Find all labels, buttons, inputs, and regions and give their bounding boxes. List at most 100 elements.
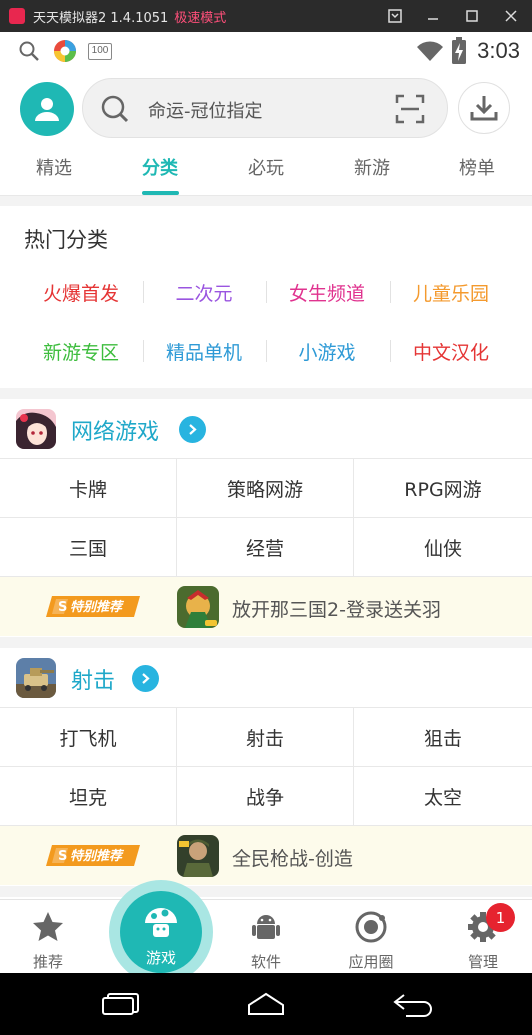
nav-app-circle[interactable]: 应用圈 [326, 900, 416, 974]
category-section-online: 网络游戏 卡牌 策略网游 RPG网游 三国 经营 仙侠 S 特别推荐 放开那三国… [0, 399, 532, 637]
maximize-icon[interactable] [461, 6, 483, 26]
active-tab-indicator [142, 191, 179, 195]
tab-new-games[interactable]: 新游 [332, 154, 412, 180]
status-bar: 100 3:03 [0, 32, 532, 72]
promo-game-icon [177, 586, 219, 628]
search-input[interactable]: 命运-冠位指定 [148, 97, 263, 123]
emulator-screen: 天天模拟器2 1.4.1051 极速模式 100 3:03 命运-冠位指定 精选… [0, 0, 532, 1035]
divider [390, 340, 391, 362]
nav-label: 管理 [467, 953, 498, 971]
emulator-title: 天天模拟器2 1.4.1051 [33, 10, 169, 26]
svg-text:S: S [58, 849, 67, 864]
tab-featured[interactable]: 精选 [14, 154, 94, 180]
battery-charging-icon [452, 37, 466, 64]
back-icon[interactable] [392, 991, 434, 1017]
special-recommend-badge: S 特别推荐 [46, 845, 140, 866]
recent-apps-icon[interactable] [102, 993, 140, 1015]
android-icon [252, 915, 280, 939]
special-recommend-badge: S 特别推荐 [46, 596, 140, 617]
emulator-app-icon [9, 8, 25, 24]
hot-category-item[interactable]: 二次元 [139, 279, 269, 306]
category-tabs: 精选 分类 必玩 新游 榜单 [0, 144, 532, 196]
scan-icon[interactable] [395, 94, 425, 124]
emulator-titlebar: 天天模拟器2 1.4.1051 极速模式 [0, 0, 532, 32]
subcategory-item[interactable]: 坦克 [0, 767, 177, 826]
hot-categories-title: 热门分类 [24, 228, 108, 252]
divider [143, 281, 144, 303]
bottom-navigation: 推荐 软件 应用圈 管理 [0, 899, 532, 973]
section-header[interactable]: 射击 [0, 648, 532, 708]
promo-badge-label: 特别推荐 [70, 848, 125, 864]
subcategory-item[interactable]: 战争 [177, 767, 354, 826]
mushroom-icon [145, 908, 177, 937]
online-game-icon [16, 409, 56, 449]
category-section-shooting: 射击 打飞机 射击 狙击 坦克 战争 太空 S 特别推荐 全民枪战-创造 [0, 648, 532, 886]
hot-category-item[interactable]: 女生频道 [262, 279, 392, 306]
star-icon [33, 912, 63, 941]
download-button[interactable] [458, 82, 510, 134]
nav-label: 软件 [250, 953, 281, 971]
close-icon[interactable] [500, 6, 522, 26]
promo-badge-label: 特别推荐 [70, 599, 125, 615]
subcategory-item[interactable]: RPG网游 [354, 459, 532, 518]
promo-banner[interactable]: S 特别推荐 放开那三国2-登录送关羽 [0, 577, 532, 636]
chevron-right-icon[interactable] [132, 665, 159, 692]
subcategory-item[interactable]: 射击 [177, 708, 354, 767]
notification-badge: 1 [486, 903, 515, 932]
search-bar[interactable]: 命运-冠位指定 [82, 78, 448, 138]
hot-categories-panel: 热门分类 火爆首发 二次元 女生频道 儿童乐园 新游专区 精品单机 小游戏 中文… [0, 206, 532, 388]
divider [266, 281, 267, 303]
hot-category-item[interactable]: 儿童乐园 [386, 279, 516, 306]
hot-category-item[interactable]: 小游戏 [262, 338, 392, 365]
minimize-icon[interactable] [422, 6, 444, 26]
download-icon [470, 96, 498, 121]
search-icon [101, 95, 129, 123]
nav-software[interactable]: 软件 [221, 900, 311, 974]
nav-manage[interactable]: 管理 [438, 900, 528, 974]
subcategory-item[interactable]: 策略网游 [177, 459, 354, 518]
chevron-right-icon[interactable] [179, 416, 206, 443]
promo-title: 放开那三国2-登录送关羽 [232, 599, 441, 621]
subcategory-item[interactable]: 太空 [354, 767, 532, 826]
promo-title: 全民枪战-创造 [232, 848, 353, 870]
subcategory-item[interactable]: 卡牌 [0, 459, 177, 518]
emulator-menu-icon[interactable] [384, 6, 406, 26]
nav-games-highlight: 游戏 [120, 891, 202, 973]
user-avatar[interactable] [20, 82, 74, 136]
emulator-mode-label[interactable]: 极速模式 [174, 7, 226, 26]
app-header: 命运-冠位指定 [0, 72, 532, 144]
hot-category-item[interactable]: 精品单机 [139, 338, 269, 365]
user-icon [35, 98, 59, 121]
battery-saver-label: 100 [88, 43, 112, 60]
section-title: 网络游戏 [71, 420, 160, 445]
shooting-game-icon [16, 658, 56, 698]
section-header[interactable]: 网络游戏 [0, 399, 532, 459]
hot-category-item[interactable]: 中文汉化 [386, 338, 516, 365]
divider [143, 340, 144, 362]
wifi-icon [417, 41, 443, 61]
hot-category-item[interactable]: 火爆首发 [16, 279, 146, 306]
promo-game-icon [177, 835, 219, 877]
subcategory-item[interactable]: 狙击 [354, 708, 532, 767]
hot-category-item[interactable]: 新游专区 [16, 338, 146, 365]
subcategory-item[interactable]: 三国 [0, 518, 177, 577]
nav-label: 应用圈 [348, 953, 394, 971]
subcategory-item[interactable]: 经营 [177, 518, 354, 577]
search-status-icon [19, 41, 39, 61]
tab-rankings[interactable]: 榜单 [437, 154, 517, 180]
nav-label: 推荐 [32, 953, 63, 971]
subcategory-item[interactable]: 打飞机 [0, 708, 177, 767]
tab-must-play[interactable]: 必玩 [226, 154, 306, 180]
android-nav-bar [0, 973, 532, 1035]
nav-label: 游戏 [145, 949, 176, 967]
nav-games[interactable]: 游戏 [109, 880, 213, 984]
promo-banner[interactable]: S 特别推荐 全民枪战-创造 [0, 826, 532, 885]
divider [390, 281, 391, 303]
section-title: 射击 [71, 669, 116, 694]
divider [266, 340, 267, 362]
home-icon[interactable] [246, 991, 286, 1017]
subcategory-item[interactable]: 仙侠 [354, 518, 532, 577]
nav-recommend[interactable]: 推荐 [3, 900, 93, 974]
app-store-status-icon [54, 40, 76, 62]
tab-categories[interactable]: 分类 [120, 154, 200, 180]
